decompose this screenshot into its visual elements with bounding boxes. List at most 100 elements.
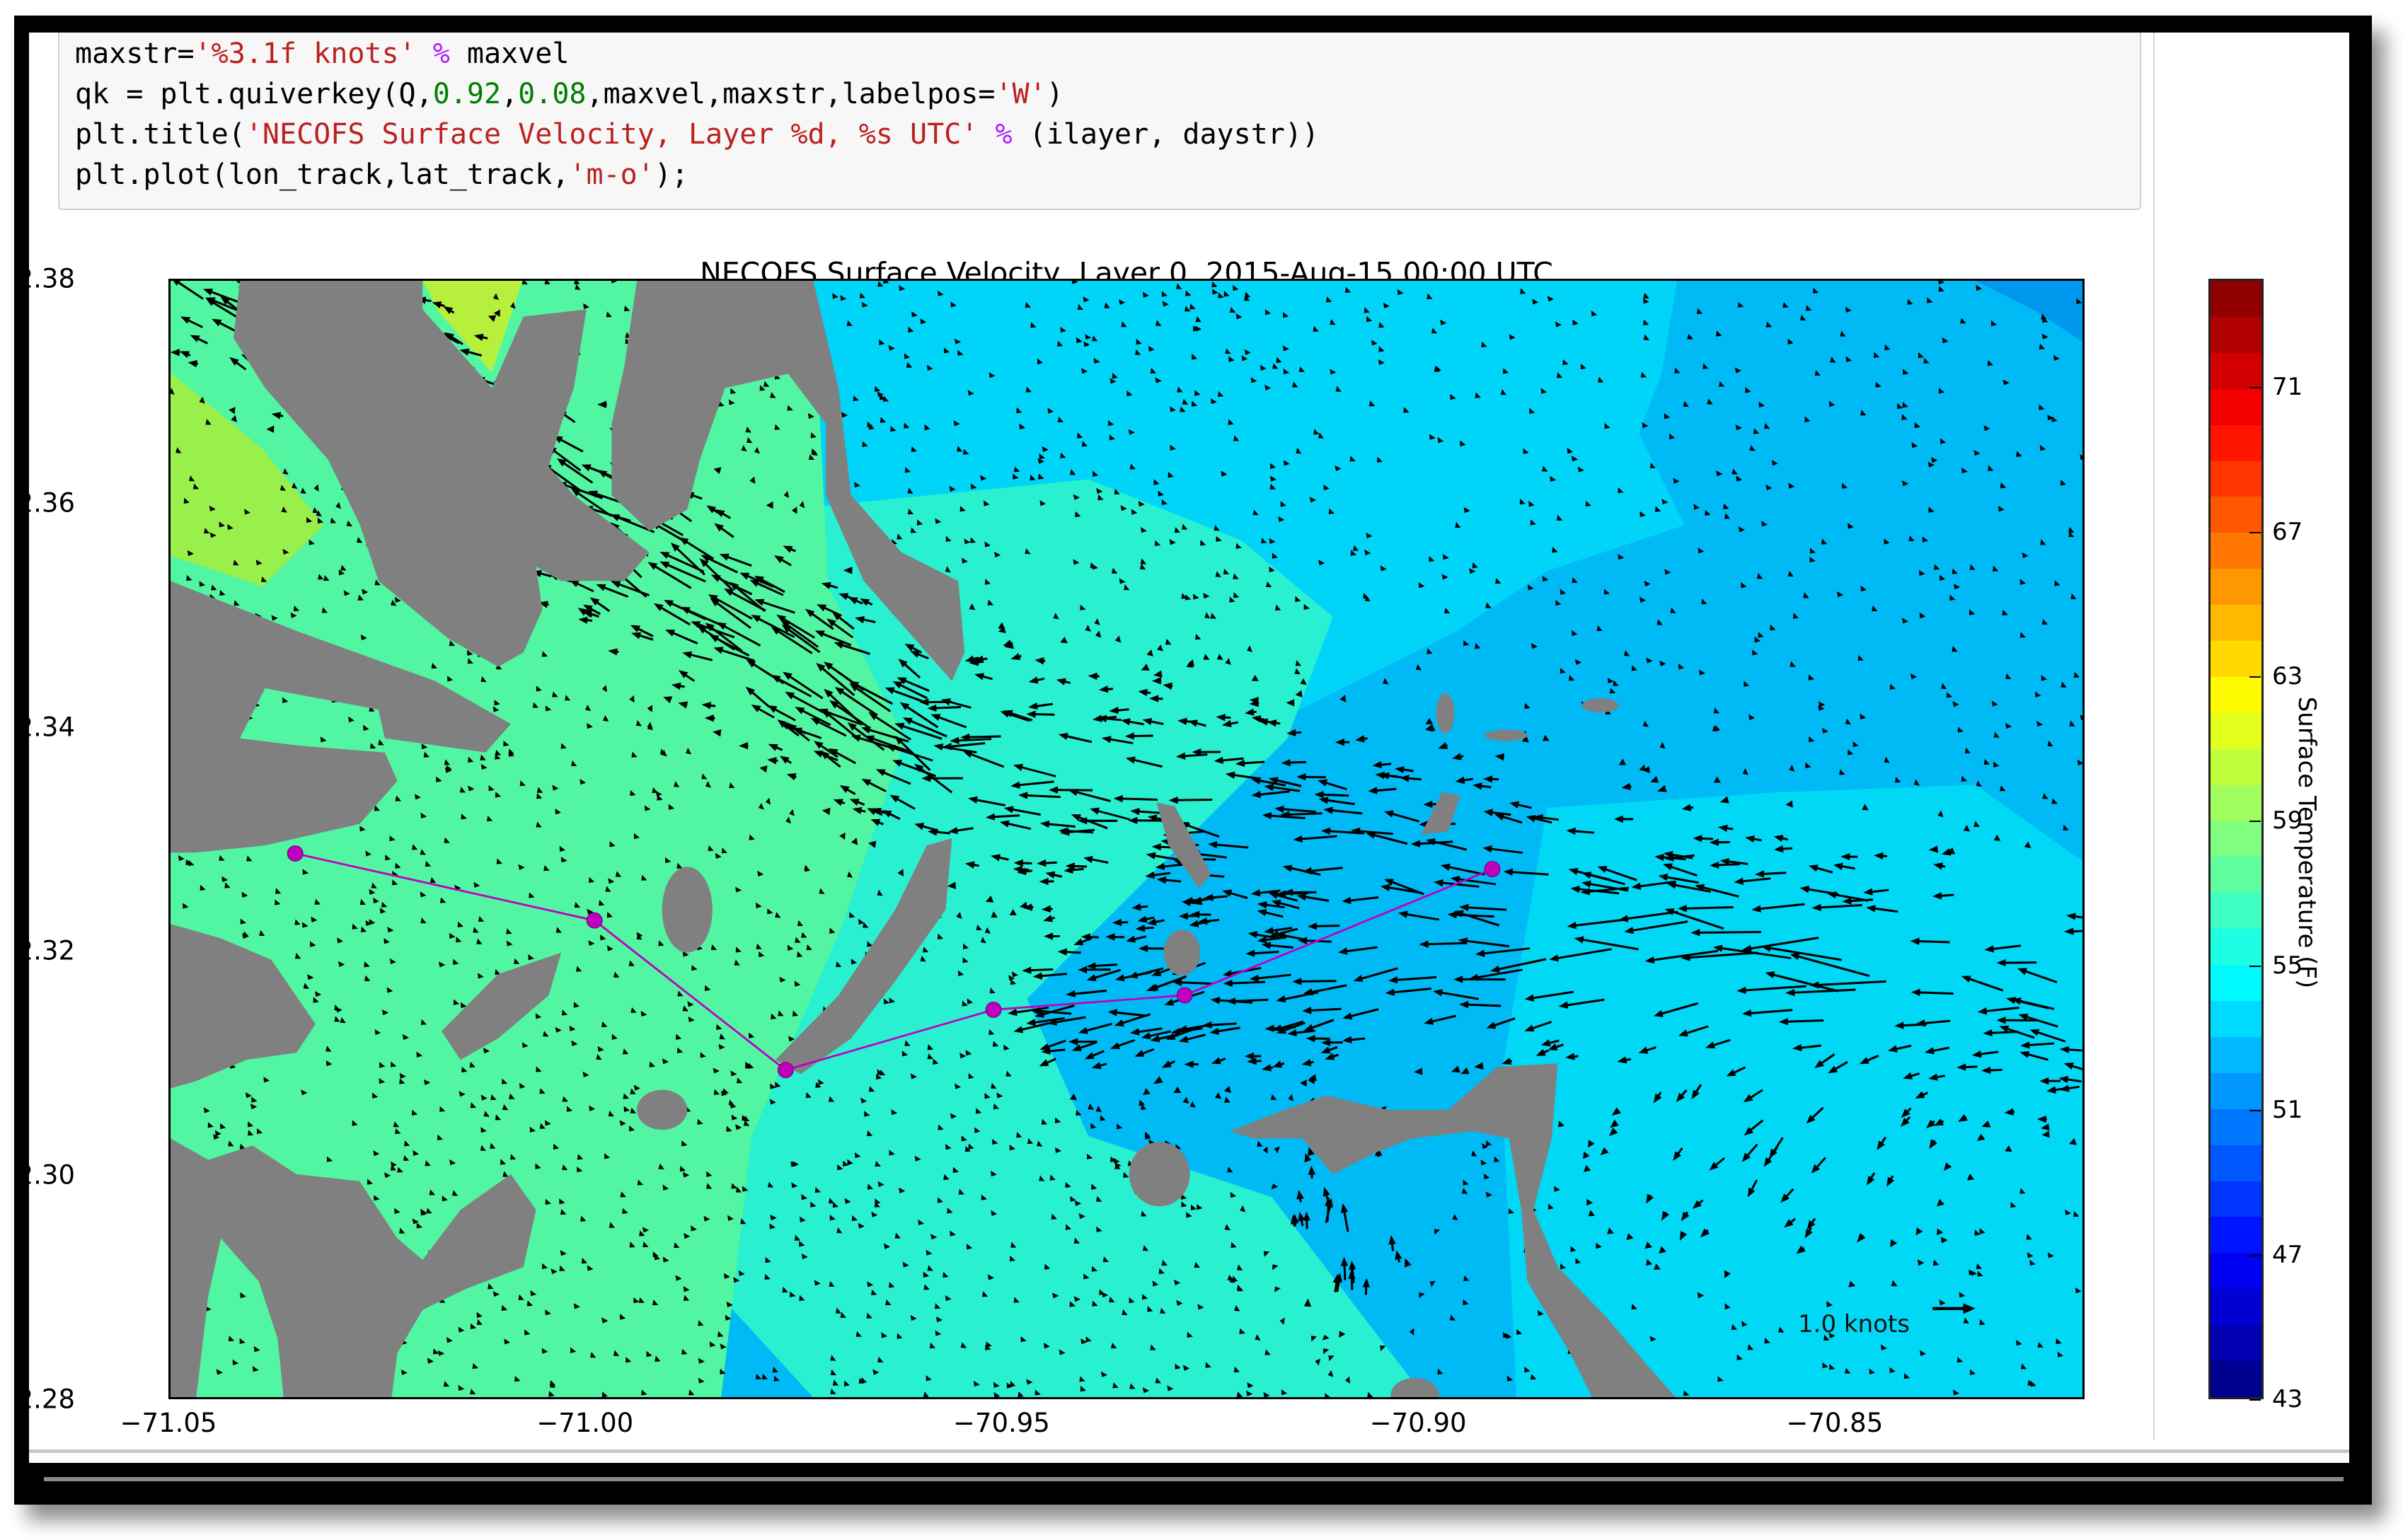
colorbar-band [2211,1106,2261,1145]
y-tick-label: 42.36 [29,487,75,519]
land-islet [1485,729,1528,741]
code-line: qk = plt.quiverkey(Q,0.92,0.08,maxvel,ma… [75,74,1319,115]
code-cell[interactable]: maxstr='%3.1f knots' % maxvel qk = plt.qu… [58,33,2141,210]
track-marker [586,912,603,929]
code-token-plain: ) [1046,78,1064,110]
code-editor[interactable]: maxstr='%3.1f knots' % maxvel qk = plt.qu… [75,34,1319,195]
colorbar-tick-mark [2249,1254,2261,1256]
cell-divider [29,1449,2349,1453]
colorbar-tick-label: 63 [2272,662,2303,691]
track-marker [287,845,304,862]
colorbar-band [2211,350,2261,389]
y-tick-label: 42.32 [29,935,75,966]
code-token-plain: (ilayer, daystr)) [1012,118,1320,151]
x-tick-label: −70.95 [952,1408,1050,1438]
colorbar-band [2211,891,2261,930]
colorbar-band [2211,314,2261,353]
code-token-plain: maxstr= [75,37,195,70]
cell-border [2153,33,2155,1440]
track-marker [1176,987,1193,1004]
notebook-page: maxstr='%3.1f knots' % maxvel qk = plt.qu… [29,33,2349,1463]
y-tick-label: 42.34 [29,712,75,743]
code-token-op: % [995,118,1013,151]
colorbar-band [2211,855,2261,893]
land-islet [1436,693,1455,734]
colorbar-band [2211,1215,2261,1254]
land-islet [1581,697,1619,713]
colorbar-tick-mark [2249,676,2261,678]
x-tick-label: −70.90 [1369,1408,1467,1438]
code-token-plain: , [501,78,519,110]
colorbar-tick-mark [2249,965,2261,967]
code-token-op: % [432,37,450,70]
colorbar-band [2211,927,2261,966]
colorbar-tick-mark [2249,1110,2261,1112]
code-token-str: 'W' [995,78,1047,110]
land-island-3 [637,1089,688,1130]
track-marker [777,1062,794,1079]
code-token-plain: plt.title( [75,118,246,151]
code-line: plt.title('NECOFS Surface Velocity, Laye… [75,115,1319,155]
velocity-map [171,281,2082,1397]
colorbar-band [2211,494,2261,533]
colorbar-band [2211,998,2261,1037]
code-line: plt.plot(lon_track,lat_track,'m-o'); [75,155,1319,195]
colorbar-band [2211,386,2261,425]
code-token-plain: maxvel [449,37,570,70]
colorbar-tick-mark [2249,531,2261,533]
code-token-plain: qk = plt.quiverkey(Q, [75,78,433,110]
land-islet [1163,930,1201,975]
colorbar-band [2211,710,2261,749]
map-plot-area: 1.0 knots [168,279,2085,1399]
y-tick-label: 42.30 [29,1159,75,1191]
track-marker [1484,861,1501,878]
code-token-num: 0.08 [518,78,587,110]
colorbar-band [2211,782,2261,821]
colorbar-tick-label: 47 [2272,1240,2303,1269]
colorbar-band [2211,963,2261,1002]
land-islet [1129,1142,1190,1207]
x-tick-label: −71.05 [120,1408,217,1438]
colorbar-band [2211,1323,2261,1362]
colorbar-tick-label: 51 [2272,1096,2303,1125]
colorbar-band [2211,422,2261,461]
frame-divider [44,1477,2344,1481]
x-tick-label: −70.85 [1786,1408,1884,1438]
colorbar-band [2211,674,2261,713]
colorbar-band [2211,1034,2261,1073]
colorbar-band [2211,1070,2261,1109]
code-token-str: 'm-o' [569,158,655,191]
y-tick-label: 42.38 [29,263,75,294]
colorbar-band [2211,638,2261,677]
colorbar-band [2211,281,2261,317]
colorbar-band [2211,603,2261,642]
colorbar-tick-mark [2249,1399,2261,1401]
colorbar-band [2211,1179,2261,1217]
colorbar-band [2211,1251,2261,1290]
code-token-str: '%3.1f knots' [194,37,416,70]
code-token-plain: ); [654,158,688,191]
colorbar-tick-label: 67 [2272,517,2303,546]
colorbar-band [2211,1287,2261,1326]
code-token-plain: plt.plot(lon_track,lat_track, [75,158,570,191]
colorbar-band [2211,746,2261,785]
code-line: maxstr='%3.1f knots' % maxvel [75,34,1319,74]
land-island [662,867,713,953]
colorbar-band [2211,1142,2261,1181]
colorbar-band [2211,1358,2261,1397]
colorbar [2208,279,2264,1399]
quiverkey-label: 1.0 knots [1798,1310,1910,1338]
code-token-num: 0.92 [432,78,502,110]
colorbar-label: Surface Temperature (F) [2293,696,2321,989]
colorbar-band [2211,458,2261,497]
colorbar-band [2211,818,2261,857]
colorbar-tick-mark [2249,387,2261,389]
colorbar-tick-mark [2249,821,2261,823]
colorbar-tick-label: 43 [2272,1385,2303,1413]
colorbar-band [2211,531,2261,569]
y-tick-label: 42.28 [29,1384,75,1415]
x-tick-label: −71.00 [536,1408,634,1438]
code-token-str: 'NECOFS Surface Velocity, Layer %d, %s U… [245,118,979,151]
